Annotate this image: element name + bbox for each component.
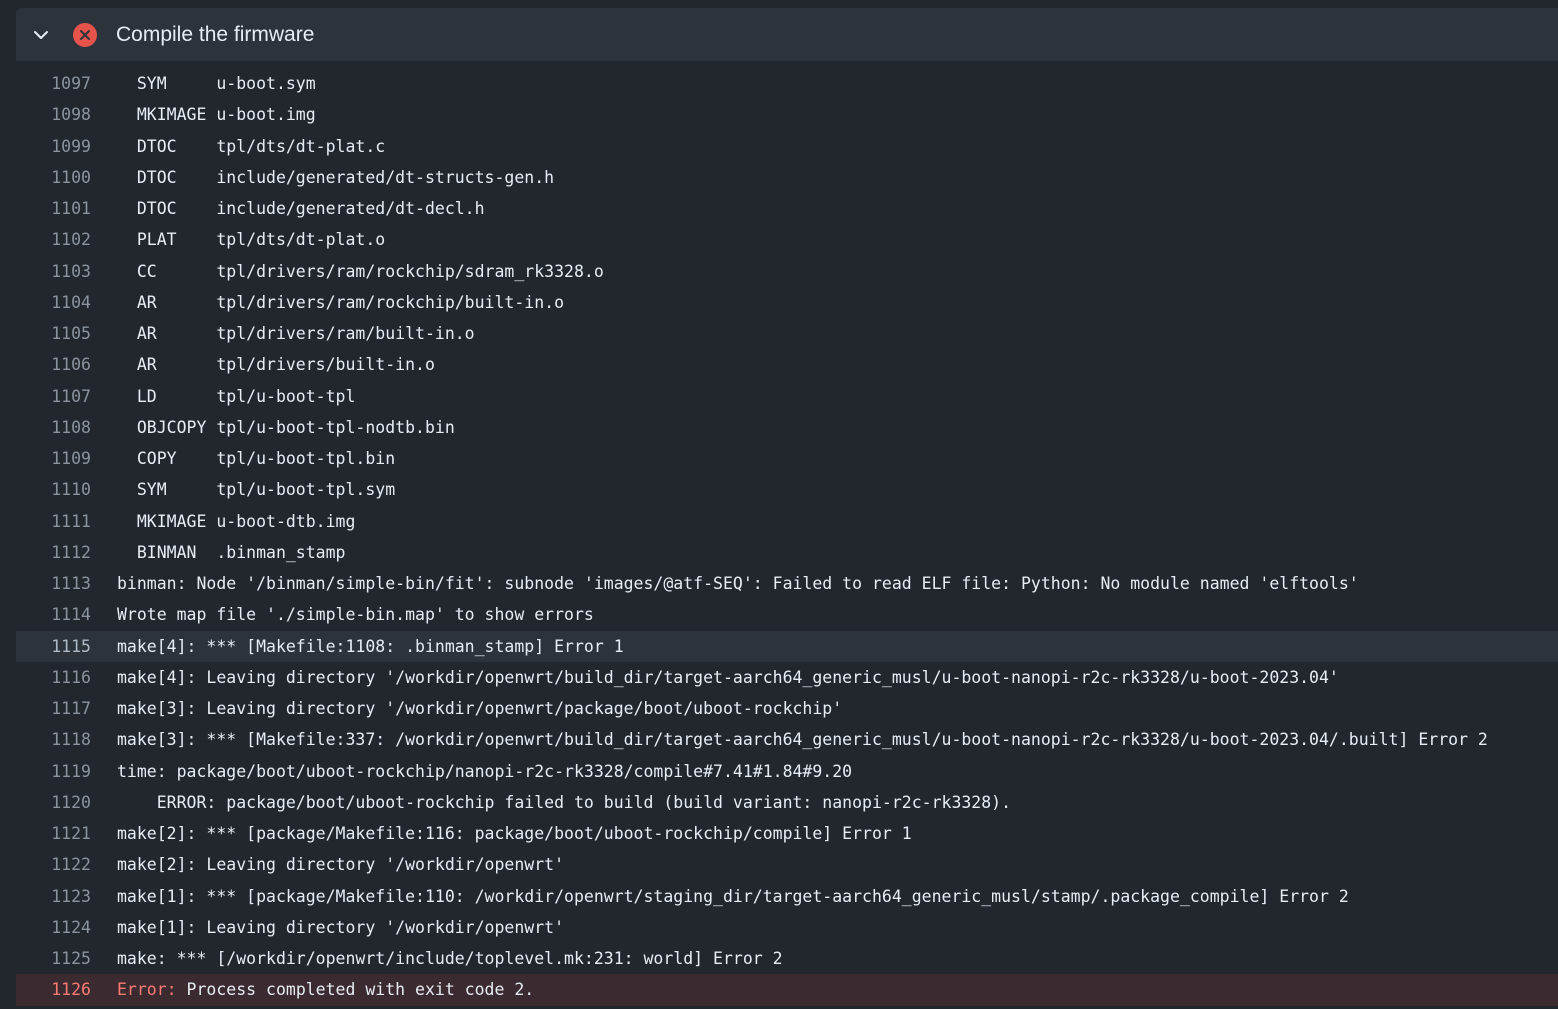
- line-text: Error: Process completed with exit code …: [117, 980, 534, 999]
- log-line: 1098 MKIMAGE u-boot.img: [16, 99, 1558, 130]
- line-number[interactable]: 1102: [16, 230, 91, 249]
- line-text: make[4]: *** [Makefile:1108: .binman_sta…: [117, 636, 624, 656]
- line-text: make: *** [/workdir/openwrt/include/topl…: [117, 949, 783, 969]
- log-line: 1122 make[2]: Leaving directory '/workdir…: [16, 849, 1558, 880]
- line-number[interactable]: 1103: [16, 262, 91, 281]
- line-number[interactable]: 1123: [16, 887, 91, 906]
- line-text: DTOC tpl/dts/dt-plat.c: [117, 136, 386, 156]
- line-text: SYM tpl/u-boot-tpl.sym: [117, 480, 396, 500]
- log-line: 1120 ERROR: package/boot/uboot-rockchip …: [16, 787, 1558, 818]
- log-line: 1102 PLAT tpl/dts/dt-plat.o: [16, 224, 1558, 255]
- log-line: 1097 SYM u-boot.sym: [16, 68, 1558, 99]
- line-text: MKIMAGE u-boot.img: [117, 105, 316, 125]
- workflow-step: Compile the firmware 1097 SYM u-boot.sym…: [16, 8, 1558, 1009]
- line-text: make[1]: *** [package/Makefile:110: /wor…: [117, 886, 1349, 906]
- line-number[interactable]: 1112: [16, 543, 91, 562]
- line-text: BINMAN .binman_stamp: [117, 542, 346, 562]
- log-line-error: 1126 Error: Process completed with exit c…: [16, 974, 1558, 1006]
- x-circle-icon: [72, 22, 98, 48]
- line-text: make[1]: Leaving directory '/workdir/ope…: [117, 917, 565, 937]
- line-number[interactable]: 1117: [16, 699, 91, 718]
- log-line: 1106 AR tpl/drivers/built-in.o: [16, 349, 1558, 380]
- line-number[interactable]: 1107: [16, 387, 91, 406]
- line-text: binman: Node '/binman/simple-bin/fit': s…: [117, 574, 1359, 594]
- line-number[interactable]: 1115: [16, 637, 91, 656]
- line-text: AR tpl/drivers/ram/rockchip/built-in.o: [117, 292, 565, 312]
- line-text: DTOC include/generated/dt-decl.h: [117, 199, 485, 219]
- line-text: make[2]: Leaving directory '/workdir/ope…: [117, 855, 565, 875]
- log-line: 1107 LD tpl/u-boot-tpl: [16, 381, 1558, 412]
- line-text: ERROR: package/boot/uboot-rockchip faile…: [117, 792, 1012, 812]
- line-text: PLAT tpl/dts/dt-plat.o: [117, 230, 386, 250]
- chevron-down-icon[interactable]: [27, 21, 55, 49]
- line-number[interactable]: 1097: [16, 74, 91, 93]
- log-line: 1119 time: package/boot/uboot-rockchip/na…: [16, 756, 1558, 787]
- line-number[interactable]: 1125: [16, 949, 91, 968]
- log-line: 1110 SYM tpl/u-boot-tpl.sym: [16, 474, 1558, 505]
- log-line: 1125 make: *** [/workdir/openwrt/include/…: [16, 943, 1558, 974]
- log-output: 1097 SYM u-boot.sym 1098 MKIMAGE u-boot.i…: [16, 61, 1558, 1006]
- log-line: 1116 make[4]: Leaving directory '/workdir…: [16, 662, 1558, 693]
- line-text: MKIMAGE u-boot-dtb.img: [117, 511, 356, 531]
- line-number[interactable]: 1120: [16, 793, 91, 812]
- log-line: 1117 make[3]: Leaving directory '/workdir…: [16, 693, 1558, 724]
- log-line: 1121 make[2]: *** [package/Makefile:116: …: [16, 818, 1558, 849]
- line-text: DTOC include/generated/dt-structs-gen.h: [117, 167, 555, 187]
- log-line: 1103 CC tpl/drivers/ram/rockchip/sdram_r…: [16, 256, 1558, 287]
- log-line: 1112 BINMAN .binman_stamp: [16, 537, 1558, 568]
- log-line: 1123 make[1]: *** [package/Makefile:110: …: [16, 881, 1558, 912]
- log-line: 1101 DTOC include/generated/dt-decl.h: [16, 193, 1558, 224]
- line-number[interactable]: 1101: [16, 199, 91, 218]
- line-number[interactable]: 1110: [16, 480, 91, 499]
- line-text: make[3]: *** [Makefile:337: /workdir/ope…: [117, 730, 1488, 750]
- log-line: 1104 AR tpl/drivers/ram/rockchip/built-i…: [16, 287, 1558, 318]
- line-text: AR tpl/drivers/ram/built-in.o: [117, 324, 475, 344]
- step-header[interactable]: Compile the firmware: [16, 8, 1558, 61]
- line-text: time: package/boot/uboot-rockchip/nanopi…: [117, 761, 853, 781]
- line-text: Wrote map file './simple-bin.map' to sho…: [117, 605, 594, 625]
- log-line: 1113 binman: Node '/binman/simple-bin/fit…: [16, 568, 1558, 599]
- log-line: 1115 make[4]: *** [Makefile:1108: .binman…: [16, 630, 1558, 662]
- line-text: OBJCOPY tpl/u-boot-tpl-nodtb.bin: [117, 417, 455, 437]
- line-text: COPY tpl/u-boot-tpl.bin: [117, 449, 396, 469]
- line-number[interactable]: 1105: [16, 324, 91, 343]
- log-line: 1111 MKIMAGE u-boot-dtb.img: [16, 506, 1558, 537]
- log-line: 1114 Wrote map file './simple-bin.map' to…: [16, 599, 1558, 630]
- log-line: 1099 DTOC tpl/dts/dt-plat.c: [16, 131, 1558, 162]
- step-title: Compile the firmware: [116, 22, 315, 46]
- line-number[interactable]: 1114: [16, 605, 91, 624]
- log-line: 1100 DTOC include/generated/dt-structs-g…: [16, 162, 1558, 193]
- line-number[interactable]: 1122: [16, 855, 91, 874]
- line-number[interactable]: 1118: [16, 730, 91, 749]
- line-number[interactable]: 1098: [16, 105, 91, 124]
- line-number[interactable]: 1121: [16, 824, 91, 843]
- error-prefix: Error:: [117, 980, 177, 1000]
- line-number[interactable]: 1124: [16, 918, 91, 937]
- line-text: make[2]: *** [package/Makefile:116: pack…: [117, 824, 912, 844]
- line-number[interactable]: 1111: [16, 512, 91, 531]
- line-number[interactable]: 1100: [16, 168, 91, 187]
- line-number[interactable]: 1119: [16, 762, 91, 781]
- log-line: 1118 make[3]: *** [Makefile:337: /workdir…: [16, 724, 1558, 755]
- log-line: 1108 OBJCOPY tpl/u-boot-tpl-nodtb.bin: [16, 412, 1558, 443]
- line-number[interactable]: 1104: [16, 293, 91, 312]
- line-number[interactable]: 1108: [16, 418, 91, 437]
- line-text: LD tpl/u-boot-tpl: [117, 386, 356, 406]
- line-number[interactable]: 1106: [16, 355, 91, 374]
- error-message: Process completed with exit code 2.: [176, 980, 535, 1000]
- log-line: 1109 COPY tpl/u-boot-tpl.bin: [16, 443, 1558, 474]
- log-line: 1105 AR tpl/drivers/ram/built-in.o: [16, 318, 1558, 349]
- line-number[interactable]: 1126: [16, 980, 91, 999]
- line-text: make[4]: Leaving directory '/workdir/ope…: [117, 667, 1339, 687]
- line-number[interactable]: 1116: [16, 668, 91, 687]
- log-line: 1124 make[1]: Leaving directory '/workdir…: [16, 912, 1558, 943]
- line-number[interactable]: 1109: [16, 449, 91, 468]
- line-number[interactable]: 1099: [16, 137, 91, 156]
- line-text: SYM u-boot.sym: [117, 74, 316, 94]
- line-number[interactable]: 1113: [16, 574, 91, 593]
- line-text: make[3]: Leaving directory '/workdir/ope…: [117, 699, 843, 719]
- line-text: CC tpl/drivers/ram/rockchip/sdram_rk3328…: [117, 261, 604, 281]
- line-text: AR tpl/drivers/built-in.o: [117, 355, 435, 375]
